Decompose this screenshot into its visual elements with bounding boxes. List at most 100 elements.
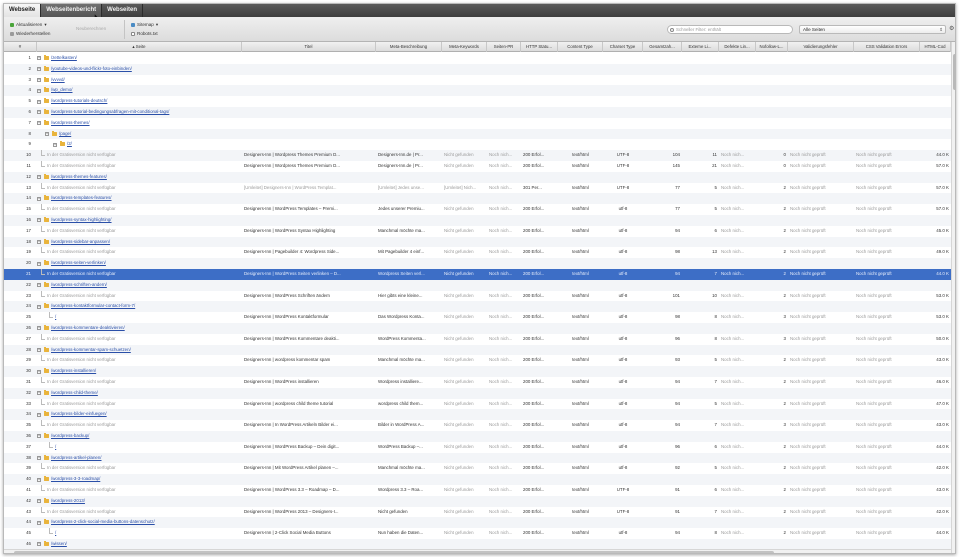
sitemap-button[interactable]: Sitemap ▾	[131, 21, 158, 28]
recalc-button[interactable]: Neuberechnen	[76, 26, 106, 31]
expand-toggle-icon[interactable]: +	[37, 391, 41, 396]
table-row[interactable]: 4 + /wp_demo/	[4, 85, 951, 97]
table-row[interactable]: 25 / Designers-Inn | WordPress Kontaktform…	[4, 312, 951, 323]
expand-toggle-icon[interactable]: +	[37, 434, 41, 439]
horizontal-scrollbar[interactable]	[4, 549, 951, 553]
page-link[interactable]: /zettelkasten/	[51, 53, 240, 64]
column-header[interactable]: Defekte Lin...	[719, 42, 756, 52]
table-row[interactable]: 38 + /wordpress-artikel-planen/	[4, 452, 951, 464]
table-row[interactable]: 43 In der Gratisversion nicht verfügbar De…	[4, 506, 951, 518]
table-row[interactable]: 31 In der Gratisversion nicht verfügbar De…	[4, 377, 951, 388]
table-row[interactable]: 28 + /wordpress-kommentar-spam-schuetzen/	[4, 344, 951, 356]
table-row[interactable]: 34 + /wordpress-bilder-einfuegen/	[4, 409, 951, 421]
vertical-scrollbar[interactable]	[951, 42, 955, 553]
table-row[interactable]: 29 In der Gratisversion nicht verfügbar De…	[4, 355, 951, 367]
table-row[interactable]: 22 + /wordpress-schriften-andern/	[4, 279, 951, 291]
table-row[interactable]: 23 In der Gratisversion nicht verfügbar De…	[4, 290, 951, 302]
robots-button[interactable]: Robots.txt	[131, 30, 158, 37]
expand-toggle-icon[interactable]: +	[37, 88, 41, 93]
page-link[interactable]: /wordpress-kommentare-deaktivieren/	[51, 323, 240, 334]
table-row[interactable]: 11 In der Gratisversion nicht verfügbar De…	[4, 161, 951, 172]
table-row[interactable]: 16 + /wordpress-syntax-highlighting/	[4, 215, 951, 226]
column-header[interactable]: HTTP Statu...	[521, 42, 558, 52]
page-link[interactable]: /wordpress-kommentar-spam-schuetzen/	[51, 345, 240, 356]
column-header[interactable]: Meta-Keywords	[442, 42, 487, 52]
table-row[interactable]: 3 + /vvvvd/	[4, 74, 951, 86]
page-link[interactable]: /wordpress-schriften-andern/	[51, 280, 240, 291]
column-header[interactable]: Titel	[242, 42, 376, 52]
table-row[interactable]: 10 In der Gratisversion nicht verfügbar De…	[4, 150, 951, 161]
column-header[interactable]: Gesamtzah...	[643, 42, 682, 52]
expand-toggle-icon[interactable]: +	[37, 77, 41, 82]
page-link[interactable]: /wordpress-seiten-verlinken/	[51, 258, 240, 269]
table-row[interactable]: 17 In der Gratisversion nicht verfügbar De…	[4, 225, 951, 237]
page-link[interactable]: /wordpress-syntax-highlighting/	[51, 215, 240, 226]
table-row[interactable]: 30 + /wordpress-installieren/	[4, 366, 951, 377]
table-row[interactable]: 32 + /wordpress-child-theme/	[4, 387, 951, 399]
page-link[interactable]: /	[55, 528, 240, 539]
table-row[interactable]: 20 + /wordpress-seiten-verlinken/	[4, 258, 951, 269]
quick-filter-input[interactable]: Schneller Filter: enthält	[667, 25, 793, 34]
page-link[interactable]: /youtube-videos-und-flickr-foto-einbinde…	[51, 64, 240, 75]
expand-toggle-icon[interactable]: +	[37, 67, 41, 72]
restore-button[interactable]: Wiederherstellen	[10, 30, 50, 37]
table-row[interactable]: 6 + /wordpress-tutorial-bedingungsabfragen…	[4, 107, 951, 118]
table-row[interactable]: 36 + /wordpress-backup/	[4, 431, 951, 442]
expand-toggle-icon[interactable]: +	[37, 369, 41, 374]
column-header[interactable]: HTML-Cod	[920, 42, 951, 52]
column-header[interactable]: Charset Type	[603, 42, 643, 52]
page-link[interactable]: /wordpress-kontaktformular-contact-form-…	[51, 301, 240, 312]
table-row[interactable]: 8 + /page/	[4, 128, 951, 140]
expand-toggle-icon[interactable]: +	[37, 56, 41, 61]
expand-toggle-icon[interactable]: +	[37, 542, 41, 547]
expand-toggle-icon[interactable]: +	[37, 304, 41, 309]
column-header[interactable]: Nofollow-L...	[756, 42, 788, 52]
page-link[interactable]: /2/	[67, 139, 240, 150]
table-row[interactable]: 5 + /wordpress-tutorials-deutsch/	[4, 96, 951, 107]
table-row[interactable]: 44 + /wordpress-2-click-social-media-butto…	[4, 517, 951, 529]
page-link[interactable]: /wordpress-backup/	[51, 431, 240, 442]
table-row[interactable]: 15 In der Gratisversion nicht verfügbar De…	[4, 204, 951, 215]
page-link[interactable]: /wordpress-themes-features/	[51, 172, 240, 183]
expand-toggle-icon[interactable]: +	[37, 499, 41, 504]
page-link[interactable]: /wordpress-2013/	[51, 496, 240, 507]
page-link[interactable]: /wordpress-3-3-roadmap/	[51, 474, 240, 485]
expand-toggle-icon[interactable]: +	[45, 131, 49, 136]
column-header[interactable]: Externe Li...	[682, 42, 719, 52]
expand-toggle-icon[interactable]: +	[37, 218, 41, 223]
table-row[interactable]: 35 In der Gratisversion nicht verfügbar De…	[4, 420, 951, 431]
page-link[interactable]: /wordpress-themes/	[51, 118, 240, 129]
expand-toggle-icon[interactable]: +	[37, 326, 41, 331]
page-link[interactable]: /wordpress-artikel-planen/	[51, 453, 240, 464]
column-header[interactable]: Validierungsfehler	[788, 42, 854, 52]
tab-webseite[interactable]: Webseite	[4, 4, 42, 17]
page-link[interactable]: /wordpress-tutorials-deutsch/	[51, 96, 240, 107]
table-row[interactable]: 27 In der Gratisversion nicht verfügbar De…	[4, 333, 951, 345]
table-row[interactable]: 1 + /zettelkasten/	[4, 53, 951, 64]
table-row[interactable]: 24 + /wordpress-kontaktformular-contact-fo…	[4, 301, 951, 313]
page-link[interactable]: /wordpress-tutorial-bedingungsabfragen-m…	[51, 107, 240, 118]
page-link[interactable]: /vvvvd/	[51, 75, 240, 86]
expand-toggle-icon[interactable]: +	[37, 347, 41, 352]
expand-toggle-icon[interactable]: +	[37, 455, 41, 460]
expand-toggle-icon[interactable]: +	[37, 477, 41, 482]
column-header[interactable]: Content Type	[558, 42, 603, 52]
column-header[interactable]: Seiten-PR	[487, 42, 521, 52]
table-row[interactable]: 14 + /wordpress-templates-features/	[4, 193, 951, 205]
expand-toggle-icon[interactable]: +	[53, 142, 57, 147]
expand-toggle-icon[interactable]: +	[37, 283, 41, 288]
expand-toggle-icon[interactable]: +	[37, 196, 41, 201]
update-button[interactable]: Aktualisieren ▾	[10, 21, 47, 28]
page-link[interactable]: /wordpress-bilder-einfuegen/	[51, 409, 240, 420]
page-link[interactable]: /	[55, 312, 240, 323]
table-row[interactable]: 2 + /youtube-videos-und-flickr-foto-einbin…	[4, 63, 951, 75]
page-link[interactable]: /page/	[59, 129, 240, 140]
page-link[interactable]: /wordpress-sidebar-anpassen/	[51, 237, 240, 248]
page-link[interactable]: /wp_demo/	[51, 85, 240, 96]
expand-toggle-icon[interactable]: +	[37, 261, 41, 266]
column-header[interactable]: ▴ Seite	[37, 42, 242, 52]
page-link[interactable]: /wordpress-child-theme/	[51, 388, 240, 399]
table-row[interactable]: 42 + /wordpress-2013/	[4, 495, 951, 507]
table-row[interactable]: 33 In der Gratisversion nicht verfügbar De…	[4, 398, 951, 410]
table-row[interactable]: 12 + /wordpress-themes-features/	[4, 171, 951, 183]
